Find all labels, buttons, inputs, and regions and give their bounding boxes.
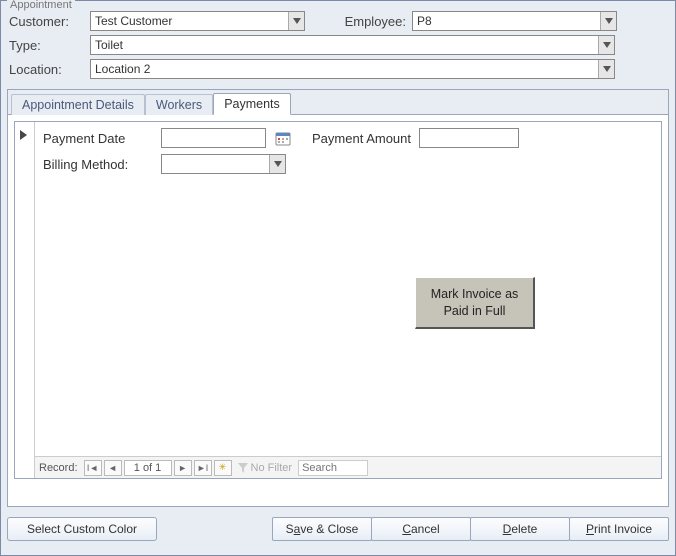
type-label: Type: (9, 38, 84, 53)
tab-strip: Appointment Details Workers Payments (8, 90, 668, 115)
header-form: Customer: Employee: Type: (1, 1, 675, 89)
tab-content-payments: Payment Date (8, 115, 668, 485)
print-invoice-button[interactable]: Print Invoice (569, 517, 669, 541)
chevron-down-icon (603, 42, 611, 48)
employee-label: Employee: (331, 14, 406, 29)
location-label: Location: (9, 62, 84, 77)
customer-combo[interactable] (90, 11, 305, 31)
tab-appointment-details[interactable]: Appointment Details (11, 94, 145, 115)
record-prev-button[interactable]: ◄ (104, 460, 122, 476)
record-first-button[interactable]: I◄ (84, 460, 102, 476)
payment-amount-label: Payment Amount (312, 131, 411, 146)
payment-date-input[interactable] (161, 128, 266, 148)
customer-label: Customer: (9, 14, 84, 29)
record-filter-indicator: No Filter (238, 462, 293, 474)
record-search-input[interactable] (298, 460, 368, 476)
appointment-window: Appointment Customer: Employee: Type: (0, 0, 676, 556)
tab-container: Appointment Details Workers Payments Pay… (7, 89, 669, 507)
calendar-icon[interactable] (274, 129, 292, 147)
chevron-down-icon (293, 18, 301, 24)
action-button-group: Save & Close Cancel Delete Print Invoice (273, 517, 669, 541)
cancel-button[interactable]: Cancel (371, 517, 471, 541)
chevron-down-icon (603, 66, 611, 72)
save-close-button[interactable]: Save & Close (272, 517, 372, 541)
mark-invoice-paid-button[interactable]: Mark Invoice as Paid in Full (415, 277, 535, 329)
type-dropdown-btn[interactable] (598, 36, 614, 54)
payments-subform: Payment Date (14, 121, 662, 479)
chevron-down-icon (605, 18, 613, 24)
billing-method-input[interactable] (162, 155, 269, 173)
subform-body: Payment Date (35, 122, 661, 478)
tab-payments[interactable]: Payments (213, 93, 291, 115)
tab-workers[interactable]: Workers (145, 94, 213, 115)
customer-dropdown-btn[interactable] (288, 12, 304, 30)
funnel-icon (238, 463, 248, 473)
window-title: Appointment (7, 0, 75, 11)
record-counter[interactable]: 1 of 1 (124, 460, 172, 476)
record-new-button[interactable]: ✳ (214, 460, 232, 476)
payment-date-label: Payment Date (43, 131, 153, 146)
record-next-button[interactable]: ► (174, 460, 192, 476)
chevron-down-icon (274, 161, 282, 167)
location-dropdown-btn[interactable] (598, 60, 614, 78)
record-navigator: Record: I◄ ◄ 1 of 1 ► ►I ✳ No Filter (35, 456, 661, 478)
type-combo[interactable] (90, 35, 615, 55)
delete-button[interactable]: Delete (470, 517, 570, 541)
billing-method-dropdown-btn[interactable] (269, 155, 285, 173)
type-input[interactable] (91, 36, 598, 54)
record-nav-label: Record: (39, 462, 78, 474)
customer-input[interactable] (91, 12, 288, 30)
payment-amount-input[interactable] (419, 128, 519, 148)
billing-method-combo[interactable] (161, 154, 286, 174)
employee-input[interactable] (413, 12, 600, 30)
billing-method-label: Billing Method: (43, 157, 153, 172)
select-custom-color-button[interactable]: Select Custom Color (7, 517, 157, 541)
record-selector[interactable] (15, 122, 35, 478)
location-input[interactable] (91, 60, 598, 78)
record-last-button[interactable]: ►I (194, 460, 212, 476)
location-combo[interactable] (90, 59, 615, 79)
employee-dropdown-btn[interactable] (600, 12, 616, 30)
bottom-button-bar: Select Custom Color Save & Close Cancel … (1, 513, 675, 547)
employee-combo[interactable] (412, 11, 617, 31)
